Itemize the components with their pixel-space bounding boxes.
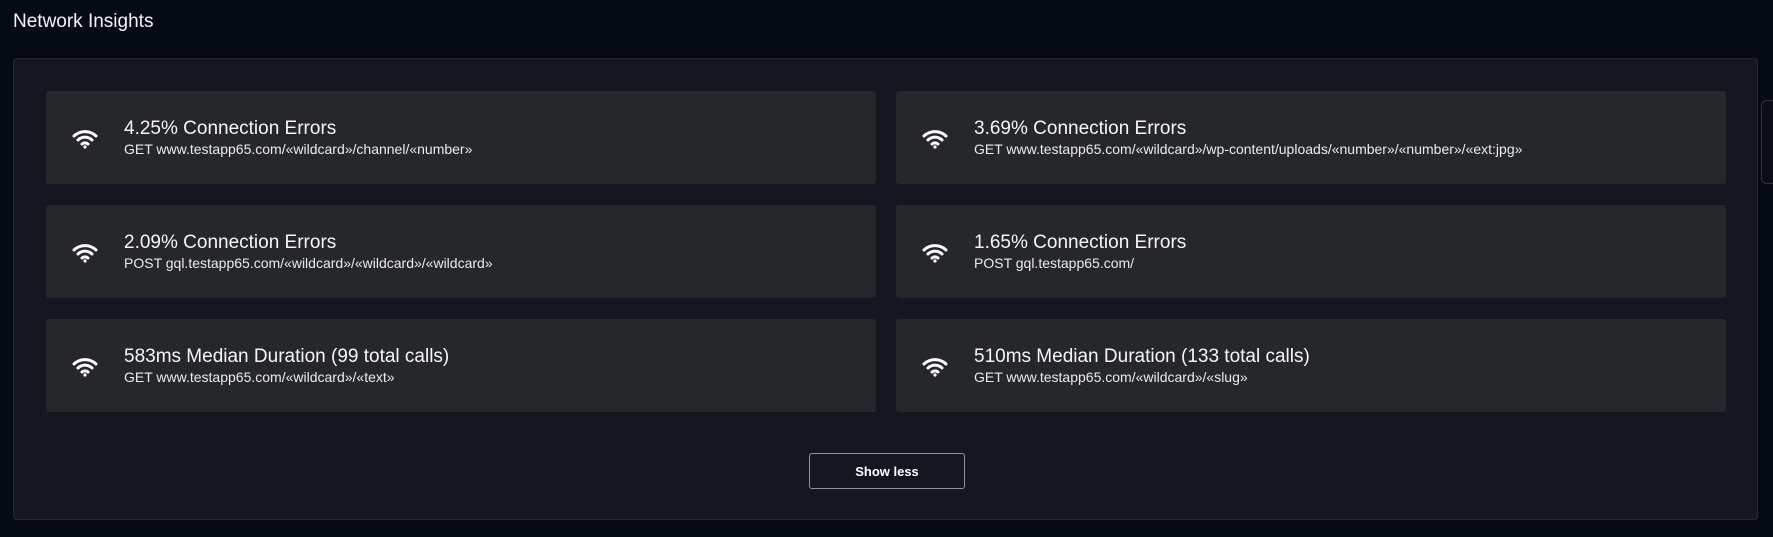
side-panel-handle[interactable] <box>1761 100 1773 184</box>
insight-card[interactable]: 510ms Median Duration (133 total calls) … <box>896 319 1726 412</box>
insight-headline: 2.09% Connection Errors <box>124 231 337 253</box>
insight-headline: 1.65% Connection Errors <box>974 231 1187 253</box>
insights-panel: 4.25% Connection Errors GET www.testapp6… <box>13 58 1758 520</box>
wifi-icon <box>70 241 100 265</box>
insight-card[interactable]: 2.09% Connection Errors POST gql.testapp… <box>46 205 876 298</box>
show-less-button[interactable]: Show less <box>809 453 965 489</box>
insight-endpoint: GET www.testapp65.com/«wildcard»/«text» <box>124 368 395 385</box>
section-title: Network Insights <box>13 11 154 32</box>
insight-headline: 3.69% Connection Errors <box>974 117 1187 139</box>
insight-endpoint: POST gql.testapp65.com/«wildcard»/«wildc… <box>124 254 493 271</box>
insight-headline: 583ms Median Duration (99 total calls) <box>124 345 450 367</box>
insight-card[interactable]: 4.25% Connection Errors GET www.testapp6… <box>46 91 876 184</box>
insight-endpoint: POST gql.testapp65.com/ <box>974 254 1135 271</box>
insight-card[interactable]: 3.69% Connection Errors GET www.testapp6… <box>896 91 1726 184</box>
insight-card[interactable]: 1.65% Connection Errors POST gql.testapp… <box>896 205 1726 298</box>
network-insights-page: Network Insights 4.25% Connection Errors… <box>0 0 1773 537</box>
wifi-icon <box>920 127 950 151</box>
insight-headline: 4.25% Connection Errors <box>124 117 337 139</box>
insight-endpoint: GET www.testapp65.com/«wildcard»/channel… <box>124 140 473 157</box>
wifi-icon <box>920 241 950 265</box>
insight-endpoint: GET www.testapp65.com/«wildcard»/wp-cont… <box>974 140 1523 157</box>
insight-endpoint: GET www.testapp65.com/«wildcard»/«slug» <box>974 368 1248 385</box>
wifi-icon <box>70 127 100 151</box>
insight-headline: 510ms Median Duration (133 total calls) <box>974 345 1310 367</box>
insights-grid: 4.25% Connection Errors GET www.testapp6… <box>46 91 1726 412</box>
insight-card[interactable]: 583ms Median Duration (99 total calls) G… <box>46 319 876 412</box>
wifi-icon <box>70 355 100 379</box>
wifi-icon <box>920 355 950 379</box>
